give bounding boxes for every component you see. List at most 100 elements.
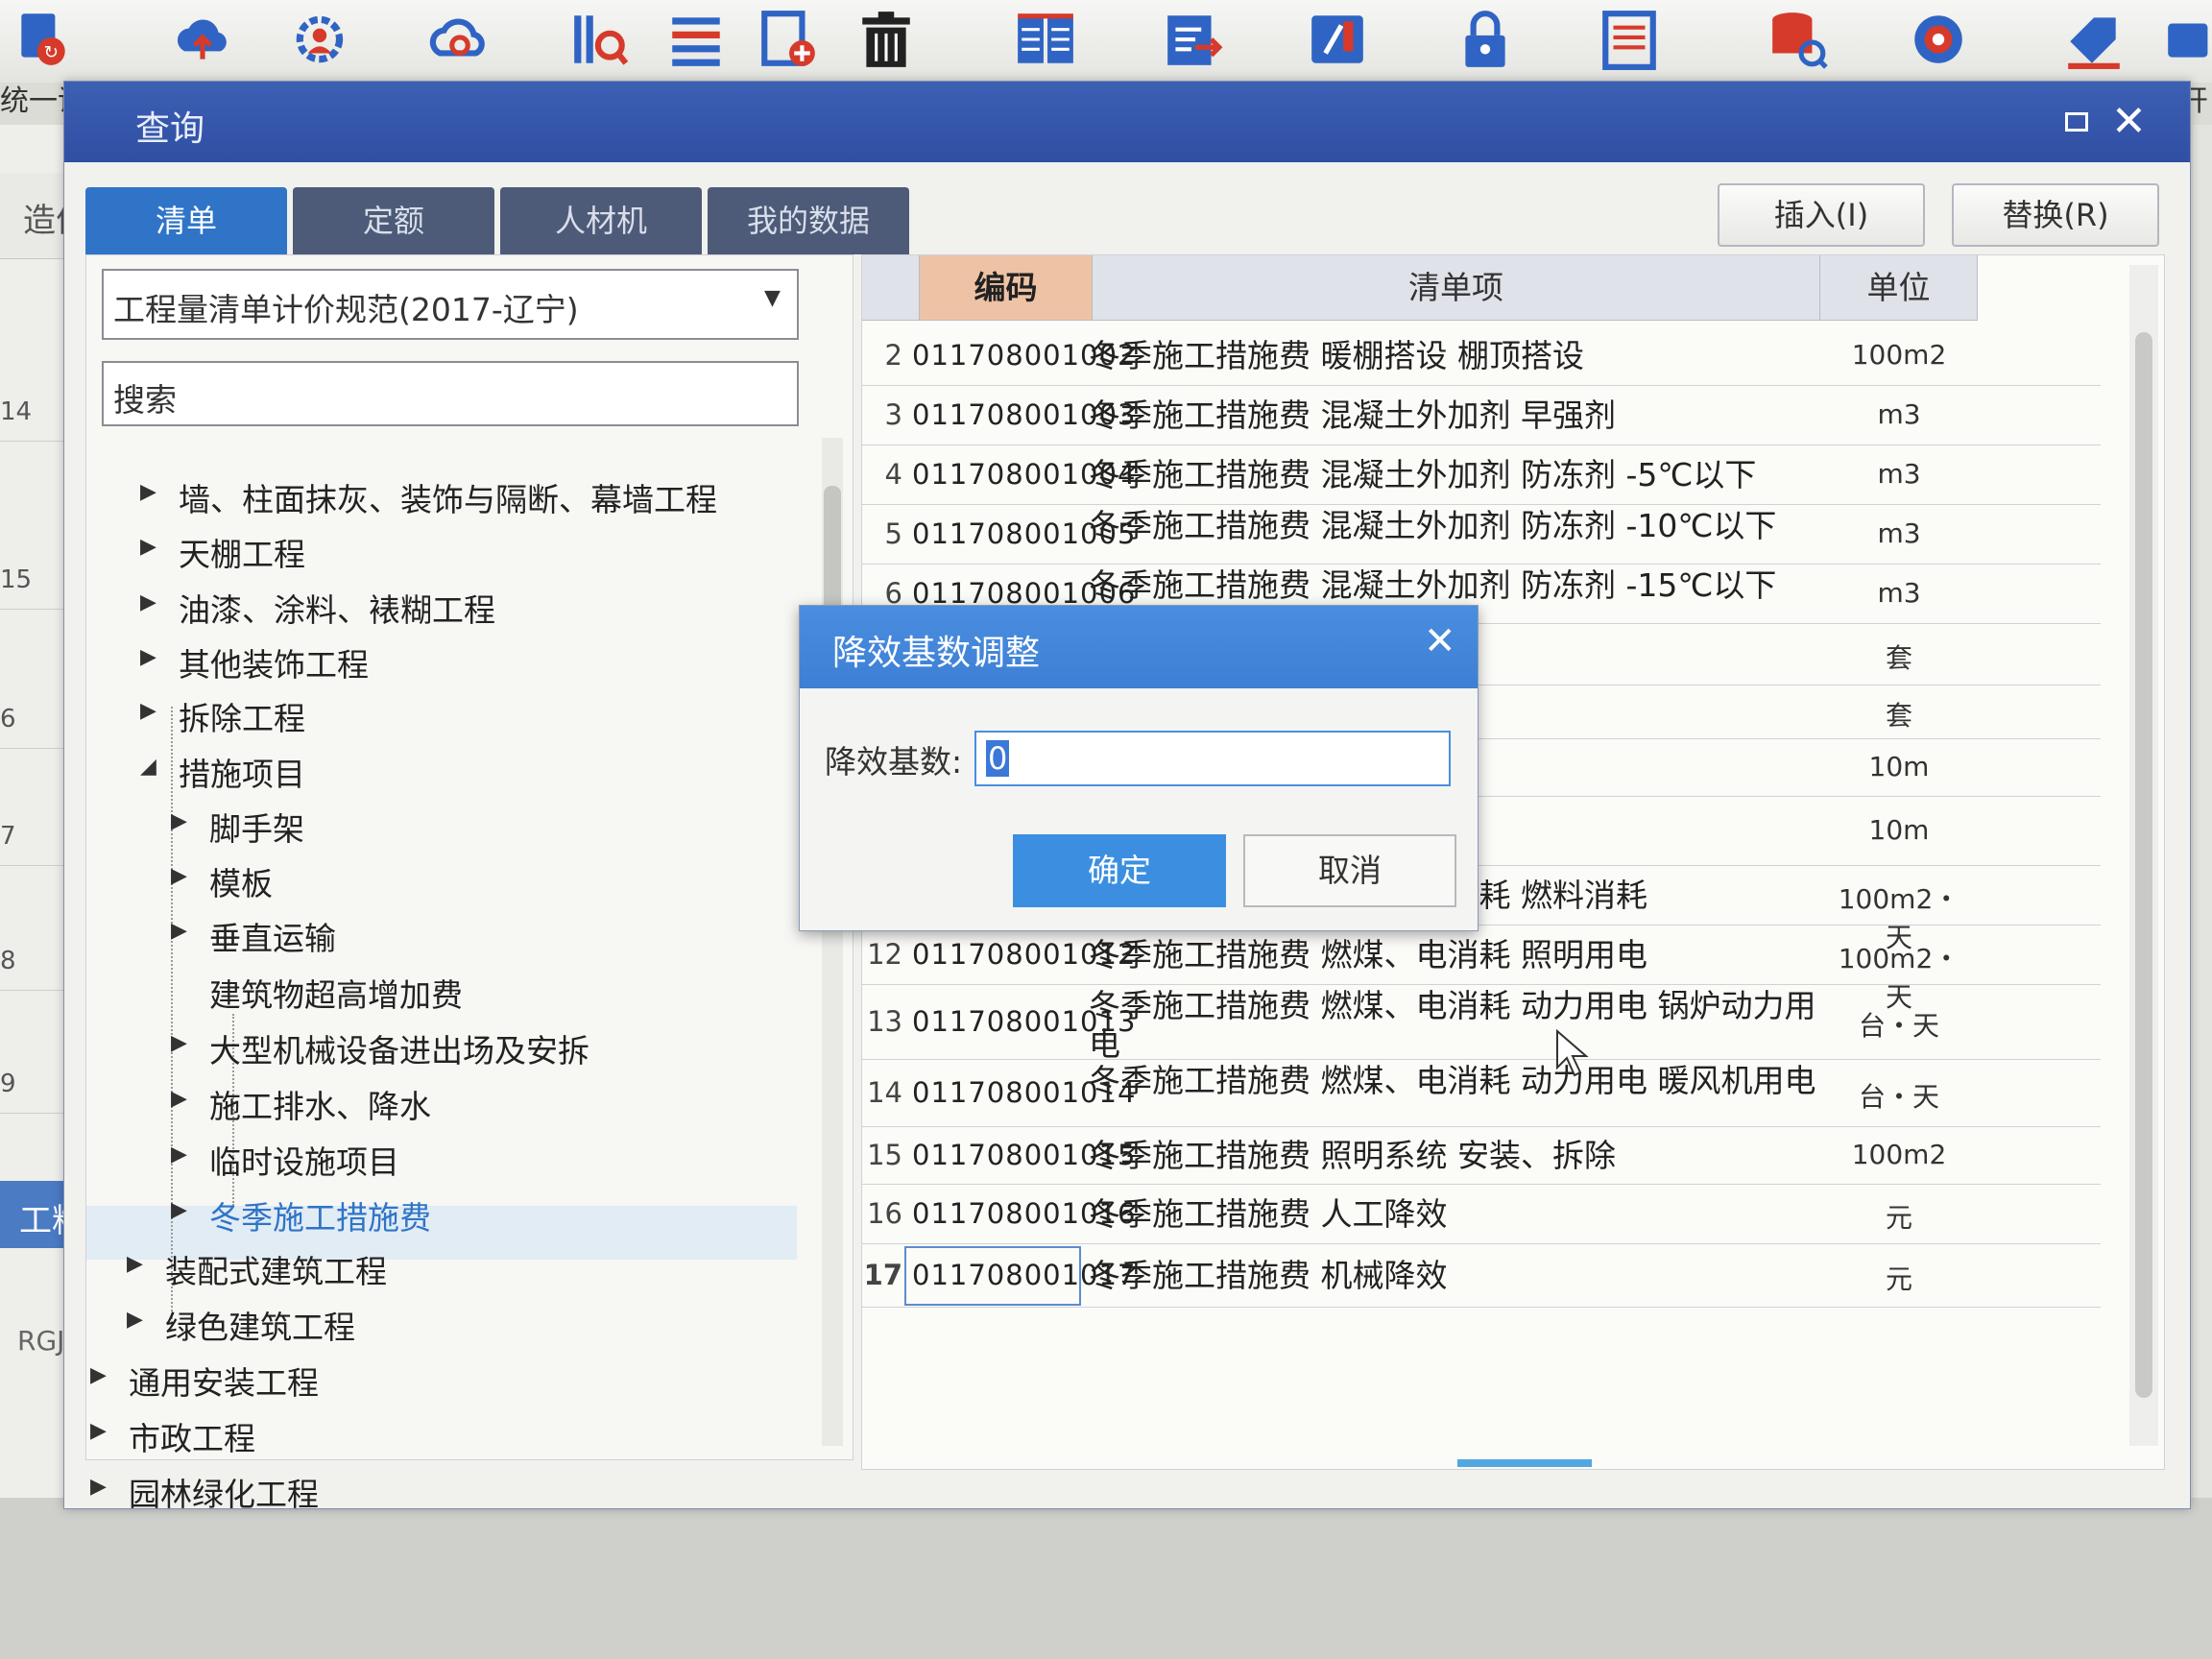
collapsed-arrow-icon[interactable]: ▶ [171,1031,187,1055]
collapsed-arrow-icon[interactable]: ▶ [140,535,156,559]
header-unit[interactable]: 单位 [1820,255,1978,321]
trash-icon[interactable] [853,6,920,73]
replace-button[interactable]: 替换(R) [1952,183,2159,247]
current-cell-outline [904,1246,1081,1306]
tag-icon[interactable] [2060,6,2128,73]
table-row[interactable]: 5 011708001005 冬季施工措施费 混凝土外加剂 防冻剂 -10℃以下 m3 [862,505,2101,565]
adjust-price-icon[interactable]: ↻ [10,6,77,73]
adjust-base-dialog: 降效基数调整 ✕ 降效基数: 0 确定 取消 [799,605,1479,931]
category-tree-panel: 工程量清单计价规范(2017-辽宁) ▼ 搜索 ▶ 墙、柱面抹灰、装饰与隔断、幕墙… [85,254,854,1513]
expanded-arrow-icon[interactable]: ◢ [140,755,156,779]
header-code[interactable]: 编码 [920,255,1093,321]
item-unit: m3 [1877,577,1921,609]
table-row[interactable]: 13 011708001013 冬季施工措施费 燃煤、电消耗 动力用电 锅炉动力用电… [862,985,2101,1063]
collapsed-arrow-icon[interactable]: ▶ [90,1363,107,1387]
table-row[interactable]: 16 011708001016 冬季施工措施费 人工降效元 [862,1185,2101,1244]
table-row[interactable]: 14 011708001014 冬季施工措施费 燃煤、电消耗 动力用电 暖风机用电台… [862,1060,2101,1127]
item-name: 冬季施工措施费 人工降效 [1089,1195,1448,1233]
chevron-down-icon[interactable]: ▼ [764,286,781,310]
cancel-button[interactable]: 取消 [1243,834,1456,907]
more-icon[interactable] [2160,6,2212,73]
collapsed-arrow-icon[interactable]: ▶ [171,1142,187,1166]
collapsed-arrow-icon[interactable]: ▶ [171,1087,187,1111]
item-unit: m3 [1877,398,1921,430]
collapsed-arrow-icon[interactable]: ▶ [171,919,187,943]
item-unit: 元 [1885,1202,1912,1234]
tab-my-data[interactable]: 我的数据 [708,187,909,254]
background-right-strip [2193,125,2212,1507]
table-row[interactable]: 4 011708001004 冬季施工措施费 混凝土外加剂 防冻剂 -5℃以下 m3 [862,445,2101,505]
collapsed-arrow-icon[interactable]: ▶ [171,809,187,833]
tab-labor-material-machine[interactable]: 人材机 [500,187,702,254]
collapsed-arrow-icon[interactable]: ▶ [171,1198,187,1222]
base-value-label: 降效基数: [825,743,963,781]
report-icon[interactable] [1596,6,1663,73]
database-icon[interactable] [1765,6,1832,73]
item-name: 冬季施工措施费 混凝土外加剂 早强剂 [1089,397,1616,434]
tab-quota[interactable]: 定额 [293,187,494,254]
user-settings-icon[interactable] [288,6,355,73]
collapsed-arrow-icon[interactable]: ▶ [90,1475,107,1499]
add-sheet-icon[interactable] [755,6,822,73]
list-icon[interactable] [662,6,730,73]
dialog-titlebar[interactable]: 降效基数调整 ✕ [800,606,1478,688]
background-rgj-label: RGJ [17,1325,65,1357]
item-name: 冬季施工措施费 混凝土外加剂 防冻剂 -5℃以下 [1089,456,1757,493]
background-bottom-area [0,1498,2212,1659]
tree-item-label: 通用安装工程 [129,1364,319,1402]
table-row[interactable]: 12 011708001012 冬季施工措施费 燃煤、电消耗 照明用电 100m2・天 [862,926,2101,1013]
collapsed-arrow-icon[interactable]: ▶ [171,864,187,888]
close-icon[interactable]: ✕ [1424,619,1456,663]
swap-icon[interactable] [1304,6,1371,73]
item-name: 冬季施工措施费 燃煤、电消耗 动力用电 锅炉动力用电 [1089,987,1816,1063]
item-unit: 台・天 [1858,1010,1939,1042]
insert-button[interactable]: 插入(I) [1718,183,1925,247]
item-name: 冬季施工措施费 燃煤、电消耗 照明用电 [1089,936,1647,974]
book-icon[interactable] [1012,6,1079,73]
tree-item-label: 装配式建筑工程 [165,1253,387,1290]
lock-icon[interactable] [1452,6,1519,73]
collapsed-arrow-icon[interactable]: ▶ [140,699,156,723]
collapsed-arrow-icon[interactable]: ▶ [140,645,156,669]
tree-item-label: 园林绿化工程 [129,1476,319,1513]
row-number: 3 [884,398,902,431]
item-name: 冬季施工措施费 机械降效 [1089,1257,1448,1294]
search-input[interactable]: 搜索 [102,361,799,426]
header-item[interactable]: 清单项 [1093,255,1820,321]
table-row[interactable]: 17 011708001017 冬季施工措施费 机械降效元 [862,1244,2101,1308]
table-row[interactable]: 3 011708001003 冬季施工措施费 混凝土外加剂 早强剂 m3 [862,386,2101,445]
item-name: 冬季施工措施费 照明系统 安装、拆除 [1089,1137,1616,1174]
spec-select[interactable]: 工程量清单计价规范(2017-辽宁) ▼ [102,269,799,340]
horizontal-scrollbar-thumb[interactable] [1457,1459,1592,1467]
table-row[interactable]: 2 011708001002 冬季施工措施费 暖棚搭设 棚顶搭设 100m2 [862,326,2101,386]
item-name: 冬季施工措施费 暖棚搭设 棚顶搭设 [1089,337,1584,374]
collapsed-arrow-icon[interactable]: ▶ [127,1308,143,1332]
row-number: 2 [884,339,902,372]
item-name: 冬季施工措施费 混凝土外加剂 防冻剂 -15℃以下 [1089,566,1777,604]
row-number: 14 [867,1076,902,1109]
gear-icon[interactable] [1905,6,1972,73]
tab-bill[interactable]: 清单 [85,187,287,254]
collapsed-arrow-icon[interactable]: ▶ [140,480,156,504]
query-icon[interactable] [566,6,634,73]
close-icon[interactable]: ✕ [2111,93,2147,151]
base-value-text: 0 [986,740,1010,777]
maximize-icon[interactable] [2065,112,2088,132]
tree-item-label: 模板 [209,865,273,902]
ok-button[interactable]: 确定 [1013,834,1226,907]
collapsed-arrow-icon[interactable]: ▶ [90,1419,107,1443]
export-icon[interactable] [1160,6,1227,73]
tree-item-label: 拆除工程 [179,700,305,737]
cloud-search-icon[interactable] [426,6,493,73]
table-row[interactable]: 15 011708001015 冬季施工措施费 照明系统 安装、拆除 100m2 [862,1127,2101,1185]
base-value-input[interactable]: 0 [974,731,1451,786]
table-scrollbar-thumb[interactable] [2135,332,2152,1398]
item-unit: 100m2 [1851,1139,1947,1170]
row-number: 9 [0,1070,16,1098]
cloud-upload-icon[interactable] [169,6,236,73]
tree-item-label: 市政工程 [129,1420,255,1457]
collapsed-arrow-icon[interactable]: ▶ [127,1252,143,1276]
query-window-titlebar[interactable]: 查询 ✕ [64,82,2190,162]
header-row-number [862,255,920,321]
collapsed-arrow-icon[interactable]: ▶ [140,590,156,614]
